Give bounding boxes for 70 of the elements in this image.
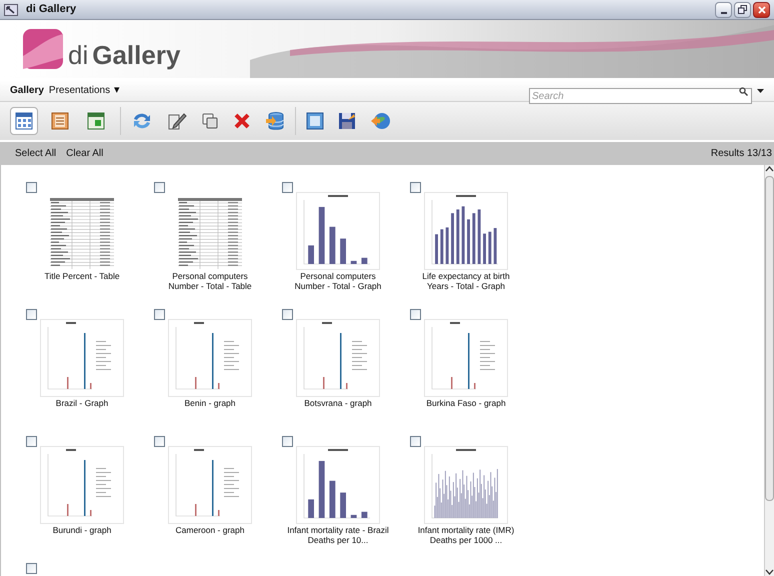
thumbnail-caption: Burundi - graph [52, 525, 112, 535]
copy-icon[interactable] [201, 112, 219, 130]
nav-menu-item[interactable]: Gallery [10, 83, 44, 98]
app-name-prefix: di [68, 38, 88, 72]
thumbnail-caption: Infant mortality rate (IMR) Deaths per 1000 ... [416, 525, 516, 545]
line-spike-chart-thumbnail-drawing[interactable] [168, 446, 252, 524]
database-icon[interactable] [265, 111, 285, 131]
thumbnail-caption: Cameroon - graph [174, 525, 246, 535]
select-all-button[interactable]: Select All [15, 146, 56, 161]
bar-chart-thumbnail-drawing[interactable] [296, 446, 380, 524]
restore-button[interactable] [734, 2, 751, 18]
close-icon [758, 6, 766, 14]
list-view-icon [50, 111, 70, 131]
view-button[interactable] [10, 107, 38, 135]
thumbnail-caption: Benin - graph [183, 398, 237, 408]
thumbnail-checkbox[interactable] [26, 309, 37, 320]
app-name: Gallery [92, 38, 180, 72]
thumbnail-checkbox[interactable] [154, 182, 165, 193]
thumbnail-caption: Personal computers Number - Total - Graph [294, 271, 382, 291]
thumbnail-checkbox[interactable] [410, 182, 421, 193]
thumbnail-caption: Brazil - Graph [54, 398, 110, 408]
thumbnail-checkbox[interactable] [282, 182, 293, 193]
minimize-icon [720, 12, 726, 14]
logo-icon [22, 28, 64, 70]
thumbnail-caption: Life expectancy at birth Years - Total - Graph [421, 271, 511, 291]
thumbnail-checkbox[interactable] [26, 563, 37, 574]
grid-view-icon [14, 111, 34, 131]
dropdown-caret-icon[interactable] [757, 88, 764, 92]
slide-icon[interactable] [306, 112, 324, 130]
line-spike-chart-thumbnail-drawing[interactable] [40, 446, 124, 524]
line-spike-chart-thumbnail-drawing[interactable] [424, 319, 508, 397]
bar-chart-thumbnail-drawing[interactable] [424, 192, 508, 270]
restore-icon [738, 5, 747, 14]
scroll-down-icon[interactable] [765, 567, 774, 576]
bar-chart-thumbnail-drawing[interactable] [424, 446, 508, 524]
window-title: di Gallery [26, 2, 76, 18]
scroll-up-icon[interactable] [765, 165, 774, 174]
line-spike-chart-thumbnail-drawing[interactable] [296, 319, 380, 397]
thumbnail-checkbox[interactable] [410, 436, 421, 447]
edit-icon[interactable] [167, 111, 187, 131]
app-icon [4, 4, 18, 16]
thumbnail-checkbox[interactable] [26, 436, 37, 447]
delete-icon[interactable] [233, 112, 251, 130]
thumbnail-caption: Title Percent - Table [43, 271, 121, 281]
search-icon [739, 86, 748, 96]
thumbnail-checkbox[interactable] [410, 309, 421, 320]
clear-all-button[interactable]: Clear All [66, 146, 104, 161]
globe-icon[interactable] [370, 111, 392, 131]
line-spike-chart-thumbnail-drawing[interactable] [40, 319, 124, 397]
scroll-thumb[interactable] [765, 176, 774, 501]
thumbnail-caption: Infant mortality rate - Brazil Deaths per 10... [286, 525, 390, 545]
thumbnail-caption: Burkina Faso - graph [425, 398, 507, 408]
scrollbar[interactable] [764, 165, 774, 576]
close-button[interactable] [753, 2, 770, 18]
detail-view-icon [86, 111, 106, 131]
thumbnail-checkbox[interactable] [154, 436, 165, 447]
line-spike-chart-thumbnail-drawing[interactable] [168, 319, 252, 397]
bar-chart-thumbnail-drawing[interactable] [296, 192, 380, 270]
search-field[interactable]: Search [529, 88, 752, 104]
save-icon[interactable] [338, 112, 356, 130]
thumbnail-caption: Personal computers Number - Total - Table [167, 271, 253, 291]
minimize-button[interactable] [715, 2, 732, 18]
thumbnail-checkbox[interactable] [282, 309, 293, 320]
thumbnail-caption: Botsvrana - graph [303, 398, 373, 408]
refresh-icon[interactable] [131, 111, 153, 131]
results-count: Results 13/13 [710, 147, 772, 161]
thumbnail-checkbox[interactable] [26, 182, 37, 193]
nav-menu-item[interactable]: Presentations ▾ [48, 82, 120, 99]
thumbnail-checkbox[interactable] [282, 436, 293, 447]
thumbnail-checkbox[interactable] [154, 309, 165, 320]
